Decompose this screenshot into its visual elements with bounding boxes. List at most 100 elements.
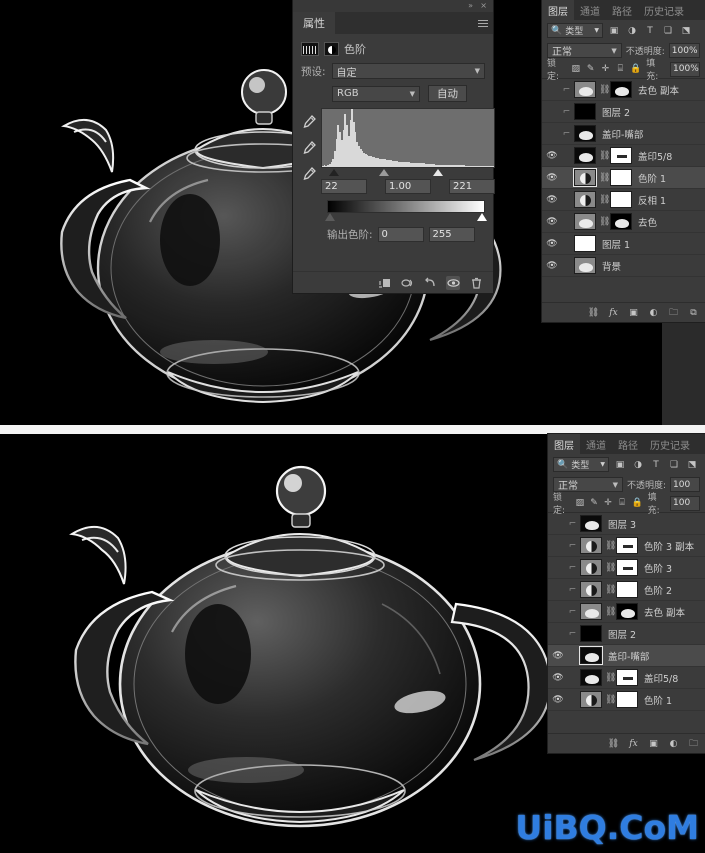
layer-row[interactable]: 👁 背景 [542,255,705,277]
layer-style-icon[interactable]: fx [627,737,640,750]
layer-visibility-toggle[interactable]: 👁 [551,673,565,683]
mask-link-icon[interactable]: ⛓ [605,541,616,551]
layer-list-bottom[interactable]: 👁⌐图层 3👁⌐⛓色阶 3 副本👁⌐⛓色阶 3👁⌐⛓色阶 2👁⌐⛓去色 副本👁⌐… [548,512,705,711]
link-layers-icon[interactable]: ⛓ [587,306,600,319]
close-icon[interactable]: × [480,1,487,11]
gray-point-eyedropper[interactable] [301,140,317,156]
layer-visibility-toggle[interactable]: 👁 [545,261,559,271]
layer-row[interactable]: 👁 ⛓ 色阶 1 [542,167,705,189]
layer-thumbnail[interactable] [580,603,602,620]
layer-thumbnail[interactable] [580,625,602,642]
lock-artboard-icon[interactable]: ⌸ [615,64,625,75]
fill-value[interactable]: 100 [670,495,701,511]
image-filter-icon[interactable]: ▣ [613,458,627,472]
lock-all-icon[interactable]: 🔒 [630,64,641,75]
layer-row[interactable]: 👁⌐ 图层 2 [542,101,705,123]
new-group-icon[interactable]: 🗀 [667,306,680,319]
lock-all-icon[interactable]: 🔒 [632,498,643,509]
layer-mask-thumbnail[interactable] [616,603,638,620]
link-layers-icon[interactable]: ⛓ [607,737,620,750]
input-black-field[interactable]: 22 [321,179,367,194]
mask-link-icon[interactable]: ⛓ [605,563,616,573]
filter-kind-dropdown[interactable]: 🔍 类型 ▼ [547,23,603,38]
layer-thumbnail[interactable] [574,125,596,142]
layer-mask-thumbnail[interactable] [610,169,632,186]
layer-mask-thumbnail[interactable] [610,147,632,164]
tab-paths[interactable]: 路径 [612,434,644,454]
tab-channels[interactable]: 通道 [574,0,606,20]
adjustment-filter-icon[interactable]: ◑ [625,24,639,38]
layer-visibility-toggle[interactable]: 👁 [545,85,559,95]
mask-link-icon[interactable]: ⛓ [599,85,610,95]
input-white-slider[interactable] [433,169,443,176]
filter-kind-dropdown[interactable]: 🔍 类型 ▼ [553,457,609,472]
adjustment-layer-icon[interactable]: ◐ [647,306,660,319]
layer-visibility-toggle[interactable]: 👁 [551,695,565,705]
layer-thumbnail[interactable] [580,515,602,532]
layer-visibility-toggle[interactable]: 👁 [545,151,559,161]
layer-thumbnail[interactable] [580,537,602,554]
layer-row[interactable]: 👁 ⛓ 盖印5/8 [548,667,705,689]
layer-visibility-toggle[interactable]: 👁 [551,563,565,573]
lock-move-icon[interactable]: ✛ [604,498,613,509]
toggle-visibility-icon[interactable] [446,275,460,290]
input-gamma-field[interactable]: 1.00 [385,179,431,194]
layer-list-top[interactable]: 👁⌐⛓去色 副本👁⌐图层 2👁⌐盖印-嘴部👁⛓盖印5/8👁⛓色阶 1👁⛓反相 1… [542,78,705,277]
layer-visibility-toggle[interactable]: 👁 [545,173,559,183]
tab-layers[interactable]: 图层 [548,434,580,454]
layers-panel-bottom[interactable]: 图层 通道 路径 历史记录 🔍 类型 ▼ ▣ ◑ T ❏ ⬔ 正常 ▼ 不透明度… [548,434,705,753]
auto-button[interactable]: 自动 [428,85,467,102]
mask-link-icon[interactable]: ⛓ [605,695,616,705]
layer-thumbnail[interactable] [573,168,597,187]
shape-filter-icon[interactable]: ❏ [661,24,675,38]
layer-thumbnail[interactable] [574,147,596,164]
opacity-value[interactable]: 100 [670,477,700,492]
shape-filter-icon[interactable]: ❏ [667,458,681,472]
output-level-sliders[interactable] [325,213,487,223]
layer-mask-icon[interactable]: ▣ [627,306,640,319]
mask-link-icon[interactable]: ⛓ [599,151,610,161]
layer-style-icon[interactable]: fx [607,306,620,319]
layer-mask-thumbnail[interactable] [616,581,638,598]
input-level-sliders[interactable] [321,168,495,178]
text-filter-icon[interactable]: T [643,24,657,38]
lock-move-icon[interactable]: ✛ [601,64,611,75]
layer-mask-thumbnail[interactable] [616,537,638,554]
white-point-eyedropper[interactable] [301,166,317,182]
input-white-field[interactable]: 221 [449,179,495,194]
tab-history[interactable]: 历史记录 [638,0,690,20]
layer-visibility-toggle[interactable]: 👁 [545,217,559,227]
layer-thumbnail[interactable] [574,213,596,230]
output-black-slider[interactable] [325,213,335,221]
lock-transparency-icon[interactable]: ▨ [571,64,581,75]
mask-link-icon[interactable]: ⛓ [599,173,610,183]
fill-value[interactable]: 100% [670,61,701,77]
lock-artboard-icon[interactable]: ⌸ [618,498,627,509]
preset-dropdown[interactable]: 自定 ▼ [331,63,485,79]
layer-visibility-toggle[interactable]: 👁 [551,541,565,551]
layer-row[interactable]: 👁⌐ 图层 3 [548,513,705,535]
layer-row[interactable]: 👁⌐ ⛓ 去色 副本 [548,601,705,623]
output-white-slider[interactable] [477,213,487,221]
layer-row[interactable]: 👁 ⛓ 色阶 1 [548,689,705,711]
layer-visibility-toggle[interactable]: 👁 [551,629,565,639]
layer-row[interactable]: 👁 盖印-嘴部 [548,645,705,667]
image-filter-icon[interactable]: ▣ [607,24,621,38]
layer-thumbnail[interactable] [574,191,596,208]
tab-properties[interactable]: 属性 [293,12,335,34]
layer-thumbnail[interactable] [579,646,603,665]
blend-mode-dropdown[interactable]: 正常 ▼ [553,477,623,492]
layer-mask-thumbnail[interactable] [616,691,638,708]
layer-visibility-toggle[interactable]: 👁 [551,607,565,617]
tab-paths[interactable]: 路径 [606,0,638,20]
output-black-field[interactable]: 0 [377,227,424,242]
new-group-icon[interactable]: 🗀 [687,737,700,750]
layer-visibility-toggle[interactable]: 👁 [545,129,559,139]
input-black-slider[interactable] [329,169,339,176]
layer-row[interactable]: 👁 ⛓ 反相 1 [542,189,705,211]
panel-menu-icon[interactable] [473,12,493,34]
layer-thumbnail[interactable] [574,81,596,98]
tab-layers[interactable]: 图层 [542,0,574,20]
text-filter-icon[interactable]: T [649,458,663,472]
layer-thumbnail[interactable] [574,103,596,120]
